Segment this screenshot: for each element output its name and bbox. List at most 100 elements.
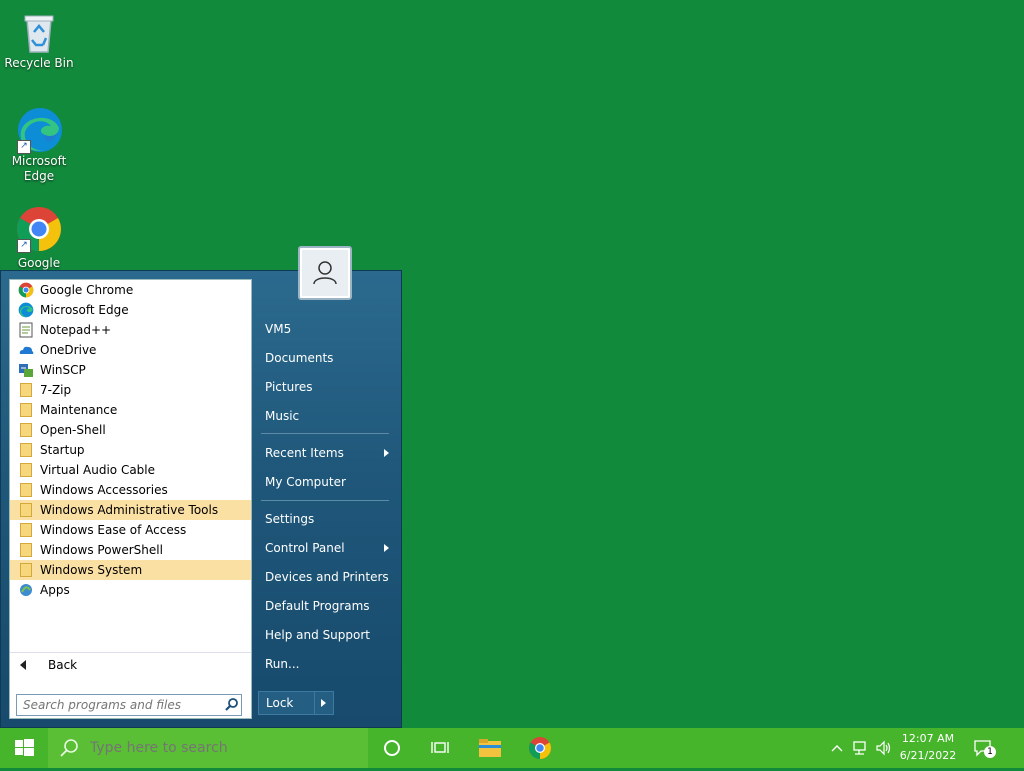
- user-avatar[interactable]: [298, 246, 352, 300]
- program-item-label: Maintenance: [40, 403, 118, 417]
- menu-separator: [261, 433, 389, 434]
- programs-panel: Google Chrome Microsoft Edge Notepad++ OneD…: [9, 279, 252, 719]
- program-item[interactable]: Microsoft Edge: [10, 300, 251, 320]
- start-menu-right-item[interactable]: Control Panel: [259, 536, 393, 560]
- start-menu-right-column: VM5 Documents Pictures Music Recent Items My …: [259, 271, 395, 727]
- program-item[interactable]: Notepad++: [10, 320, 251, 340]
- folder-icon: [20, 403, 32, 417]
- start-menu-right-item[interactable]: Default Programs: [259, 594, 393, 618]
- program-item[interactable]: Virtual Audio Cable: [10, 460, 251, 480]
- program-item-label: Open-Shell: [40, 423, 106, 437]
- back-button[interactable]: Back: [10, 652, 251, 676]
- start-menu-right-item[interactable]: Recent Items: [259, 441, 393, 465]
- clock-date: 6/21/2022: [899, 749, 957, 762]
- lock-options-arrow-icon[interactable]: [314, 692, 333, 714]
- program-item[interactable]: Startup: [10, 440, 251, 460]
- start-menu-right-item[interactable]: VM5: [259, 317, 393, 341]
- start-menu-right-item-label: Pictures: [265, 380, 313, 394]
- program-item-label: Startup: [40, 443, 85, 457]
- program-item[interactable]: Windows System: [10, 560, 251, 580]
- file-explorer-button[interactable]: [466, 728, 514, 768]
- program-item[interactable]: 7-Zip: [10, 380, 251, 400]
- start-menu-right-item[interactable]: Run...: [259, 652, 393, 676]
- volume-icon[interactable]: [875, 738, 893, 758]
- start-menu-right-item[interactable]: Pictures: [259, 375, 393, 399]
- start-menu-right-item[interactable]: Documents: [259, 346, 393, 370]
- search-icon[interactable]: [223, 696, 241, 714]
- shortcut-arrow-icon: ↗: [17, 140, 31, 154]
- start-menu-right-item[interactable]: Devices and Printers: [259, 565, 393, 589]
- program-item[interactable]: Apps: [10, 580, 251, 600]
- desktop-icon-label: Microsoft Edge: [11, 154, 67, 183]
- program-item[interactable]: Open-Shell: [10, 420, 251, 440]
- windows-logo-icon: [15, 739, 34, 756]
- program-item-label: Windows Ease of Access: [40, 523, 187, 537]
- folder-icon: [20, 543, 32, 557]
- task-view-icon: [431, 742, 449, 753]
- menu-separator: [261, 500, 389, 501]
- desktop-icon-label: Google: [17, 256, 61, 270]
- program-item-label: Windows PowerShell: [40, 543, 163, 557]
- edge-icon: ↗: [15, 106, 63, 154]
- program-item-label: OneDrive: [40, 343, 97, 357]
- folder-icon: [20, 443, 32, 457]
- cortana-button[interactable]: [368, 728, 416, 768]
- taskbar-clock[interactable]: 12:07 AM 6/21/2022: [894, 730, 962, 764]
- program-item-label: Virtual Audio Cable: [40, 463, 156, 477]
- start-menu: Google Chrome Microsoft Edge Notepad++ OneD…: [0, 270, 402, 728]
- start-menu-right-item[interactable]: Settings: [259, 507, 393, 531]
- action-center-button[interactable]: 1: [972, 738, 996, 758]
- start-menu-right-item-label: Settings: [265, 512, 315, 526]
- program-item[interactable]: Maintenance: [10, 400, 251, 420]
- program-item[interactable]: OneDrive: [10, 340, 251, 360]
- start-button[interactable]: [0, 728, 48, 768]
- recycle-bin-icon: [15, 8, 63, 56]
- folder-icon: [20, 503, 32, 517]
- program-item-label: Notepad++: [40, 323, 112, 337]
- start-menu-right-item-label: Music: [265, 409, 300, 423]
- submenu-arrow-icon: [384, 544, 389, 552]
- start-menu-right-item[interactable]: Music: [259, 404, 393, 428]
- desktop-icon-google-chrome[interactable]: ↗ Google: [1, 205, 77, 271]
- program-item-label: 7-Zip: [40, 383, 72, 397]
- folder-icon: [20, 383, 32, 397]
- search-icon: [60, 739, 78, 757]
- shortcut-arrow-icon: ↗: [17, 239, 31, 253]
- taskbar-search[interactable]: [48, 728, 368, 768]
- program-item-label: Apps: [40, 583, 70, 597]
- desktop-icon-microsoft-edge[interactable]: ↗ Microsoft Edge: [1, 106, 77, 184]
- program-item[interactable]: Windows Ease of Access: [10, 520, 251, 540]
- program-item[interactable]: Windows Accessories: [10, 480, 251, 500]
- task-view-button[interactable]: [416, 728, 464, 768]
- start-menu-right-item-label: VM5: [265, 322, 292, 336]
- taskbar: 12:07 AM 6/21/2022 1: [0, 728, 1024, 768]
- chrome-taskbar-button[interactable]: [516, 728, 564, 768]
- program-item[interactable]: Google Chrome: [10, 280, 251, 300]
- program-item[interactable]: WinSCP: [10, 360, 251, 380]
- start-menu-right-item-label: Devices and Printers: [265, 570, 389, 584]
- start-menu-right-item[interactable]: Help and Support: [259, 623, 393, 647]
- taskbar-search-input[interactable]: [88, 739, 342, 757]
- start-search-box[interactable]: [16, 694, 242, 716]
- notepad-icon: [18, 322, 34, 338]
- desktop-icon-recycle-bin[interactable]: Recycle Bin: [1, 8, 77, 71]
- start-search-input[interactable]: [17, 697, 223, 713]
- clock-time: 12:07 AM: [901, 732, 955, 745]
- lock-button[interactable]: Lock: [258, 691, 334, 715]
- program-item[interactable]: Windows PowerShell: [10, 540, 251, 560]
- lock-label: Lock: [266, 696, 294, 710]
- folder-icon: [20, 463, 32, 477]
- start-menu-right-item-label: Default Programs: [265, 599, 370, 613]
- program-item-label: Google Chrome: [40, 283, 134, 297]
- edge-icon: [18, 302, 34, 318]
- chrome-icon: ↗: [15, 205, 63, 253]
- start-menu-right-item-label: My Computer: [265, 475, 346, 489]
- program-item[interactable]: Windows Administrative Tools: [10, 500, 251, 520]
- notification-count-badge: 1: [984, 746, 996, 758]
- start-menu-right-item[interactable]: My Computer: [259, 470, 393, 494]
- apps-icon: [18, 582, 34, 598]
- folder-icon: [20, 483, 32, 497]
- network-icon[interactable]: [851, 738, 869, 758]
- show-hidden-icons-chevron-icon[interactable]: [828, 738, 846, 758]
- start-menu-right-item-label: Run...: [265, 657, 300, 671]
